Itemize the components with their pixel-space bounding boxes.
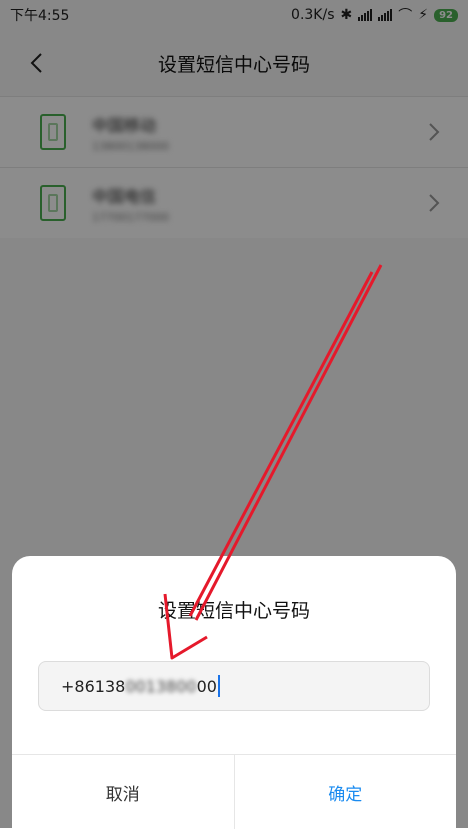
annotation-arrow-icon bbox=[163, 264, 383, 660]
